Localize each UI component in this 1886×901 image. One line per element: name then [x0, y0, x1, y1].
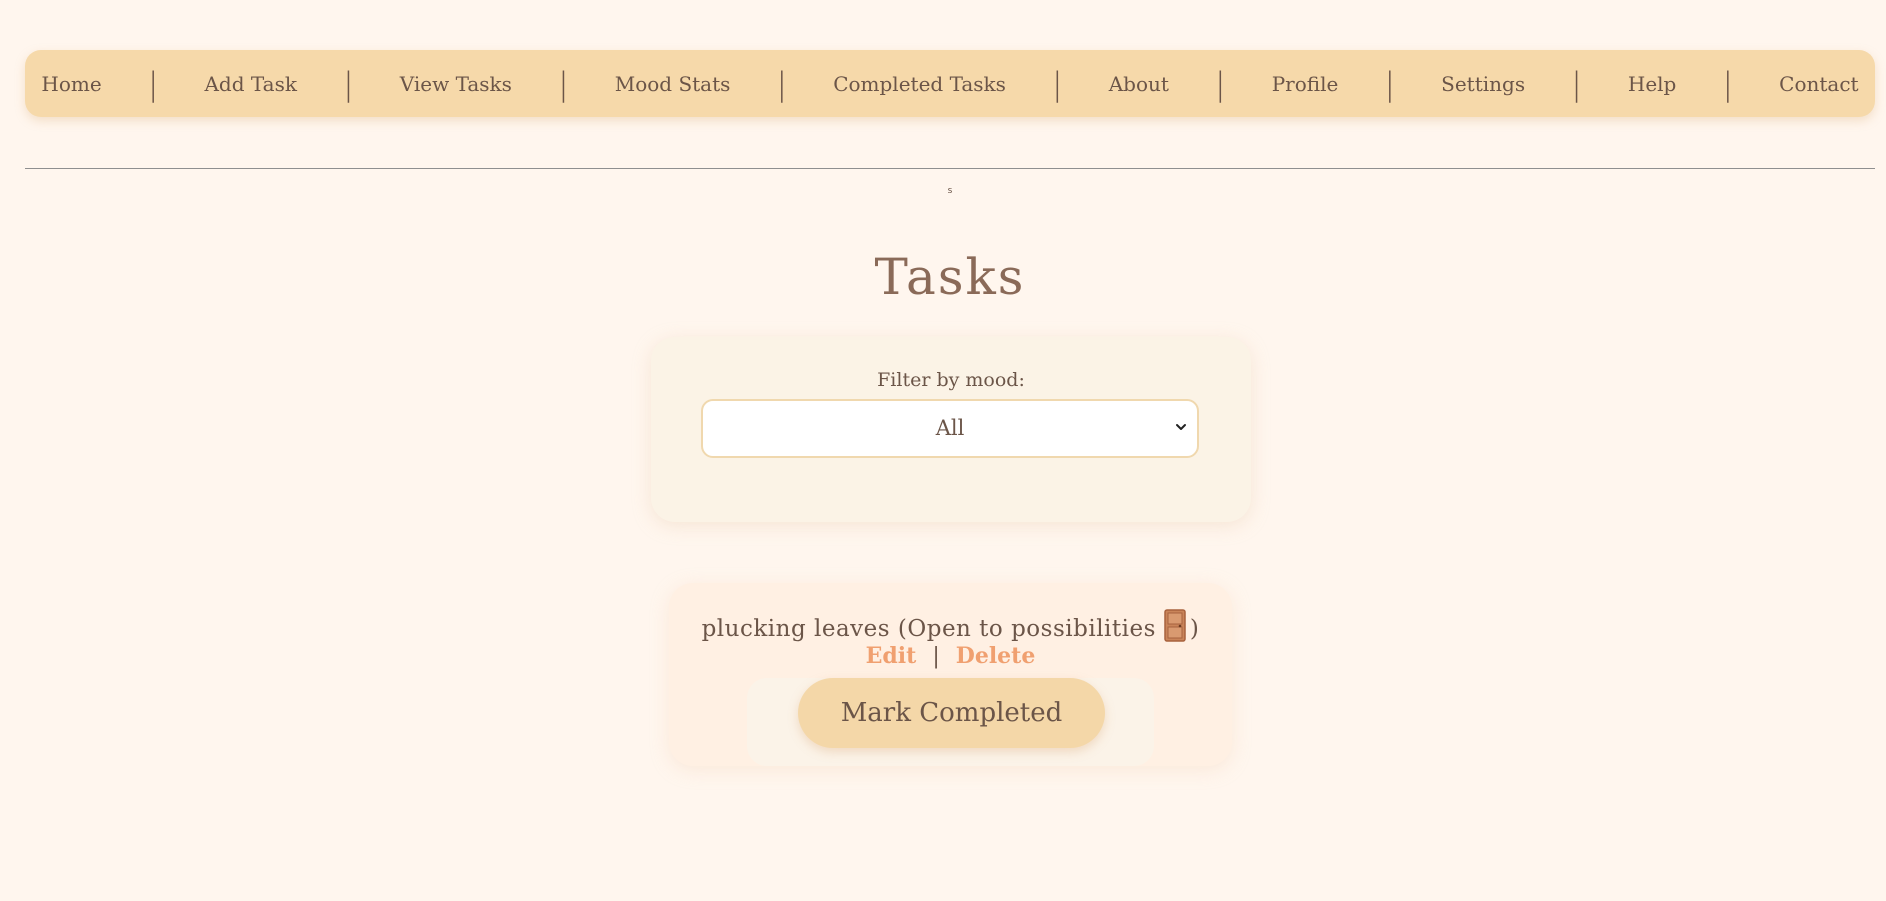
chevron-down-icon	[1176, 424, 1186, 430]
mood-filter-select[interactable]: All	[701, 399, 1199, 458]
action-separator: |	[932, 644, 940, 669]
task-text-line: plucking leaves (Open to possibilities )	[669, 609, 1232, 642]
edit-task-link[interactable]: Edit	[866, 643, 917, 669]
nav-link-home[interactable]: Home	[41, 72, 101, 96]
filter-card: Filter by mood: All	[651, 337, 1251, 522]
nav-link-settings[interactable]: Settings	[1441, 72, 1525, 96]
task-actions: Edit | Delete	[669, 643, 1232, 669]
mood-filter-selected-value: All	[935, 416, 965, 440]
complete-form: Mark Completed	[747, 678, 1154, 766]
nav-link-about[interactable]: About	[1109, 72, 1169, 96]
horizontal-divider	[25, 168, 1875, 169]
nav-link-completed-tasks[interactable]: Completed Tasks	[833, 72, 1006, 96]
stray-text: s	[947, 186, 953, 196]
nav-separator: |	[1722, 64, 1734, 103]
task-description-close: )	[1189, 616, 1200, 642]
page-title: Tasks	[874, 248, 1026, 306]
nav-link-profile[interactable]: Profile	[1272, 72, 1339, 96]
nav-separator: |	[1384, 64, 1396, 103]
nav-separator: |	[342, 64, 354, 103]
nav-link-contact[interactable]: Contact	[1779, 72, 1858, 96]
nav-separator: |	[1571, 64, 1582, 103]
nav-link-add-task[interactable]: Add Task	[204, 72, 297, 96]
task-card: plucking leaves (Open to possibilities )…	[669, 583, 1232, 766]
top-navigation: Home | Add Task | View Tasks | Mood Stat…	[25, 50, 1875, 117]
door-icon	[1164, 609, 1186, 642]
nav-link-view-tasks[interactable]: View Tasks	[400, 72, 512, 96]
nav-separator: |	[1214, 64, 1226, 103]
filter-label: Filter by mood:	[877, 369, 1025, 391]
nav-link-mood-stats[interactable]: Mood Stats	[615, 72, 731, 96]
nav-separator: |	[776, 64, 788, 103]
nav-link-help[interactable]: Help	[1628, 72, 1676, 96]
mark-completed-button[interactable]: Mark Completed	[798, 678, 1105, 748]
task-description: plucking leaves (Open to possibilities	[701, 616, 1156, 642]
nav-separator: |	[557, 64, 569, 103]
delete-task-link[interactable]: Delete	[956, 643, 1036, 669]
nav-separator: |	[1051, 64, 1063, 103]
nav-separator: |	[147, 64, 159, 103]
